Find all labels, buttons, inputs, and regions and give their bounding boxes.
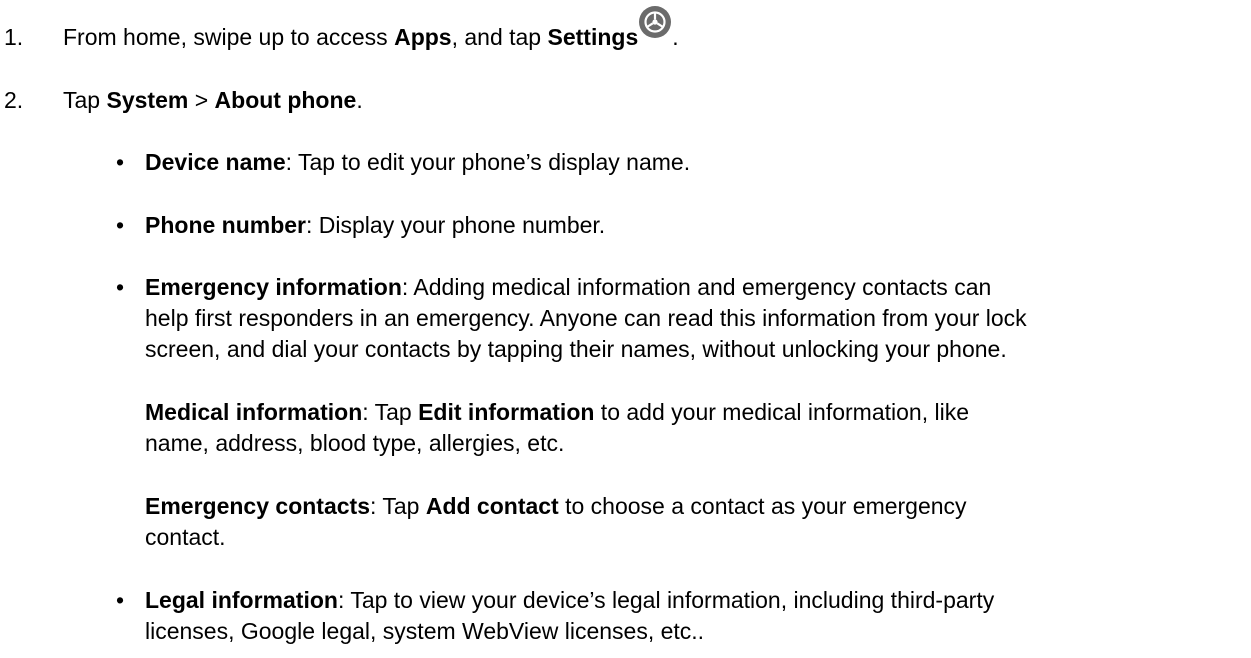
bullet-marker: • [116, 212, 125, 238]
bullet-text: Device name: Tap to edit your phone’s di… [145, 146, 690, 178]
step-number: 2. [4, 87, 24, 113]
settings-gear-icon [638, 5, 672, 39]
bullet-text: Emergency information: Adding medical in… [145, 271, 991, 303]
para-desc: to choose a contact as your emergency [558, 493, 967, 519]
apps-label: Apps [394, 24, 452, 50]
step-text: From home, swipe up to access Apps, and … [63, 6, 679, 53]
para-desc: name, address, blood type, allergies, et… [145, 430, 565, 456]
bullet-marker: • [116, 149, 125, 175]
edit-information-label: Edit information [418, 399, 595, 425]
step-text: Tap System > About phone. [63, 84, 363, 116]
para-text: Emergency contacts: Tap Add contact to c… [145, 490, 967, 522]
settings-label: Settings [547, 24, 639, 50]
bullet-label: Emergency information [145, 274, 402, 300]
bullet-desc: screen, and dial your contacts by tappin… [145, 336, 1007, 362]
bullet-desc: : Tap to view your device’s legal inform… [337, 587, 995, 613]
step-text-part: , and tap [451, 24, 548, 50]
document-page: 1. From home, swipe up to access Apps, a… [0, 0, 1251, 658]
step-text-part: From home, swipe up to access [63, 24, 395, 50]
para-desc: to add your medical information, like [594, 399, 969, 425]
bullet-desc: licenses, Google legal, system WebView l… [145, 618, 705, 644]
add-contact-label: Add contact [425, 493, 559, 519]
para-text: Medical information: Tap Edit informatio… [145, 396, 969, 428]
bullet-text: Phone number: Display your phone number. [145, 209, 605, 241]
step-number: 1. [4, 24, 24, 50]
bullet-label: Legal information [145, 587, 338, 613]
bullet-label: Device name [145, 149, 286, 175]
para-desc: : Tap [369, 493, 426, 519]
para-desc: : Tap [362, 399, 419, 425]
step-text-part: . [356, 87, 363, 113]
step-text-part: > [188, 87, 215, 113]
bullet-label: Phone number [145, 212, 307, 238]
step-text-part: . [672, 24, 679, 50]
bullet-desc: : Display your phone number. [306, 212, 606, 238]
bullet-text: Legal information: Tap to view your devi… [145, 584, 994, 616]
para-label: Emergency contacts [145, 493, 370, 519]
about-phone-label: About phone [214, 87, 357, 113]
step-text-part: Tap [63, 87, 107, 113]
bullet-marker: • [116, 274, 125, 300]
bullet-desc: : Tap to edit your phone’s display name. [285, 149, 691, 175]
para-desc: contact. [145, 524, 226, 550]
bullet-desc: help first responders in an emergency. A… [145, 305, 1027, 331]
para-label: Medical information [145, 399, 363, 425]
bullet-desc: : Adding medical information and emergen… [401, 274, 992, 300]
system-label: System [106, 87, 189, 113]
bullet-marker: • [116, 587, 125, 613]
